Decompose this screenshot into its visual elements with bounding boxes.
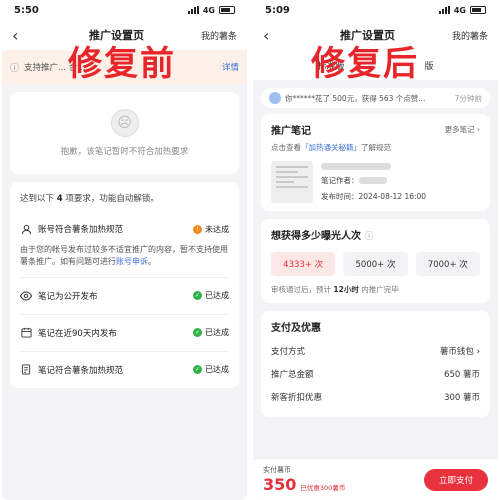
requirement-row: 笔记为公开发布 ✓ 已达成: [20, 278, 229, 314]
status-time: 5:50: [14, 4, 39, 16]
footer-amount: 350: [263, 475, 297, 494]
after-fix-label: 修复后: [311, 44, 419, 84]
check-icon: ✓: [193, 328, 202, 338]
status-bar: 5:50 4G: [2, 0, 247, 20]
status-time: 5:09: [265, 4, 290, 16]
note-thumbnail: [271, 161, 313, 203]
requirements-header: 达到以下 4 项要求，功能自动解锁。: [20, 194, 159, 204]
status-badge: ! 未达成: [193, 224, 229, 235]
requirement-row: 账号符合薯条加热规范 ! 未达成: [20, 214, 229, 244]
status-bar: 5:09 4G: [253, 0, 498, 20]
my-shutiao-link[interactable]: 我的薯条: [201, 29, 237, 42]
exposure-option[interactable]: 4333+ 次: [271, 252, 336, 276]
status-badge: ✓ 已达成: [193, 365, 229, 375]
requirement-row: 笔记在近90天内发布 ✓ 已达成: [20, 315, 229, 351]
review-estimate: 审核通过后，预计 12小时 内推广完毕: [271, 285, 399, 294]
payment-method-row[interactable]: 支付方式 薯币钱包 ›: [271, 345, 480, 357]
empty-state-text: 抱歉，该笔记暂时不符合加热要求: [60, 147, 189, 157]
total-amount-row: 推广总金额 650 薯币: [271, 370, 480, 380]
footer-saved: 已优惠300薯币: [300, 484, 346, 492]
notice-detail-link[interactable]: 详情: [222, 61, 239, 73]
status-badge: ✓ 已达成: [193, 291, 229, 301]
requirement-row: 笔记符合薯条加热规范 ✓ 已达成: [20, 352, 229, 388]
requirement-label: 笔记在近90天内发布: [38, 328, 117, 339]
note-preview[interactable]: 笔记作者： 发布时间：2024-08-12 16:00: [271, 161, 480, 203]
sad-face-icon: ☹: [110, 109, 139, 137]
exposure-option[interactable]: 5000+ 次: [343, 252, 408, 276]
account-appeal-link[interactable]: 账号申诉: [116, 257, 148, 266]
check-icon: ✓: [193, 291, 202, 301]
avatar: [269, 92, 281, 104]
battery-icon: [470, 6, 486, 14]
section-title: 推广笔记: [271, 126, 311, 137]
before-fix-label: 修复前: [68, 44, 176, 84]
requirement-label: 笔记为公开发布: [38, 291, 98, 302]
account-description: 由于您的帐号发布过较多不适宜推广的内容，暂不支持使用薯条推广。如有问题可进行账号…: [20, 245, 228, 267]
tab-other[interactable]: 版: [425, 59, 434, 72]
notice-icon: ⓘ: [10, 63, 20, 74]
promoted-note-section: 推广笔记 更多笔记 › 点击查看「加热通关秘籍」了解规范 笔记作者： 发布时间：…: [261, 114, 490, 211]
exposure-option[interactable]: 7000+ 次: [415, 252, 480, 276]
back-icon[interactable]: ‹: [12, 26, 32, 45]
section-title: 支付及优惠: [271, 323, 321, 334]
more-notes-link[interactable]: 更多笔记 ›: [445, 124, 480, 135]
help-icon[interactable]: ⓘ: [364, 232, 373, 242]
network-label: 4G: [202, 5, 215, 15]
pay-now-button[interactable]: 立即支付: [424, 468, 488, 491]
activity-ticker: 你******花了 500元，获得 563 个点赞... 7分钟前: [261, 88, 490, 108]
user-icon: [20, 223, 32, 235]
after-fix-screen: 5:09 4G ‹ 推广设置页 我的薯条 标准版 版 你******花了 500…: [253, 0, 498, 500]
network-label: 4G: [453, 5, 466, 15]
rules-guide-link[interactable]: 「加热通关秘籍」: [301, 143, 361, 152]
section-title: 想获得多少曝光人次 ⓘ: [271, 231, 374, 242]
back-icon[interactable]: ‹: [263, 26, 283, 45]
requirements-card: 达到以下 4 项要求，功能自动解锁。 账号符合薯条加热规范 ! 未达成 由于您的帐…: [10, 182, 239, 388]
document-icon: [20, 364, 32, 376]
before-fix-screen: 5:50 4G ‹ 推广设置页 我的薯条 ⓘ 支持推广... 合... 详情 ☹…: [2, 0, 247, 500]
exposure-options: 4333+ 次 5000+ 次 7000+ 次: [271, 252, 480, 276]
payment-footer: 实付薯币 350 已优惠300薯币 立即支付: [253, 458, 498, 500]
note-author: 笔记作者：: [321, 175, 426, 186]
exposure-section: 想获得多少曝光人次 ⓘ 4333+ 次 5000+ 次 7000+ 次 审核通过…: [261, 219, 490, 303]
ticker-time: 7分钟前: [454, 93, 482, 103]
signal-icon: [438, 6, 450, 14]
warning-icon: !: [193, 224, 202, 234]
signal-icon: [187, 6, 199, 14]
note-title-blurred: [321, 162, 391, 170]
rules-hint: 点击查看「加热通关秘籍」了解规范: [271, 143, 391, 152]
check-icon: ✓: [193, 365, 202, 375]
footer-label: 实付薯币: [263, 466, 291, 474]
battery-icon: [219, 6, 235, 14]
discount-row: 新客折扣优惠 300 薯币: [271, 393, 480, 403]
empty-state-card: ☹ 抱歉，该笔记暂时不符合加热要求: [10, 92, 239, 174]
status-badge: ✓ 已达成: [193, 328, 229, 338]
requirement-label: 笔记符合薯条加热规范: [38, 365, 124, 376]
my-shutiao-link[interactable]: 我的薯条: [452, 29, 488, 42]
ticker-text: 你******花了 500元，获得 563 个点赞...: [285, 93, 426, 103]
requirement-label: 账号符合薯条加热规范: [38, 225, 124, 235]
eye-icon: [20, 290, 32, 302]
note-publish-time: 发布时间：2024-08-12 16:00: [321, 191, 427, 201]
calendar-icon: [20, 327, 32, 339]
payment-section: 支付及优惠 支付方式 薯币钱包 › 推广总金额 650 薯币 新客折扣优惠 30…: [261, 311, 490, 417]
